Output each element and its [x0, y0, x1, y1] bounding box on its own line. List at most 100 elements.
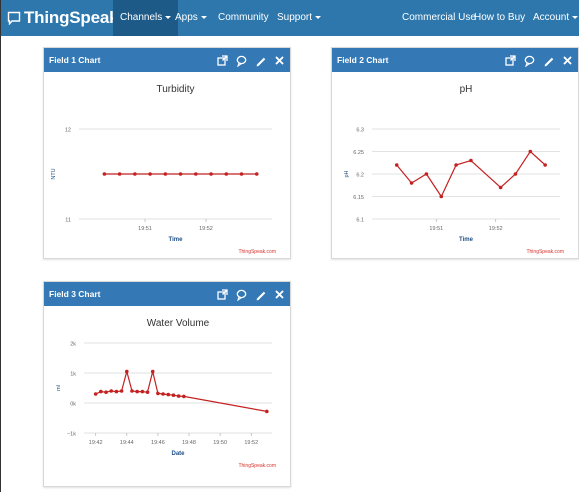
data-point[interactable]	[166, 392, 171, 397]
field-1-chart-panel: Field 1 Chart Turbidity 11 12 NTU 19:51 19:52…	[43, 47, 291, 259]
data-point[interactable]	[114, 389, 119, 394]
data-point[interactable]	[99, 389, 103, 394]
x-axis-label: Date	[171, 451, 185, 457]
nav-commercial-use-label: Commercial Use	[402, 12, 476, 23]
nav-how-to-buy[interactable]: How to Buy	[467, 0, 532, 36]
thingspeak-credit-link[interactable]: ThingSpeak.com	[238, 463, 276, 469]
panel-header: Field 3 Chart	[44, 282, 290, 306]
close-icon[interactable]	[561, 54, 574, 67]
pencil-icon[interactable]	[254, 288, 267, 301]
data-point[interactable]	[140, 389, 145, 394]
pencil-icon[interactable]	[254, 54, 267, 67]
nav-channels-label: Channels	[120, 12, 163, 23]
y-tick-label: 12	[65, 128, 71, 134]
data-point[interactable]	[469, 158, 473, 163]
data-point[interactable]	[409, 181, 414, 185]
data-point[interactable]	[254, 172, 259, 176]
data-point[interactable]	[498, 185, 503, 190]
x-axis-label: Time	[169, 237, 184, 243]
close-icon[interactable]	[273, 288, 286, 301]
panel-title: Field 2 Chart	[337, 55, 389, 65]
top-navbar: ThingSpeak™ Channels Apps Community Supp…	[1, 0, 579, 36]
caret-down-icon	[200, 15, 207, 19]
data-point[interactable]	[109, 389, 114, 393]
data-point[interactable]	[224, 172, 229, 176]
thingspeak-credit-link[interactable]: ThingSpeak.com	[238, 249, 276, 255]
data-point[interactable]	[163, 172, 168, 176]
data-point[interactable]	[182, 394, 186, 399]
data-point[interactable]	[156, 391, 160, 396]
data-point[interactable]	[135, 389, 139, 394]
data-point[interactable]	[176, 394, 181, 398]
field-2-chart-panel: Field 2 Chart pH 6.1 6.15 6.2 6.25 6.3 pH 19:51…	[331, 47, 579, 259]
data-point[interactable]	[543, 163, 547, 167]
x-tick-label: 19:52	[489, 226, 503, 232]
caret-down-icon	[315, 15, 322, 19]
x-tick-label: 19:50	[213, 440, 227, 446]
page-frame: ThingSpeak™ Channels Apps Community Supp…	[0, 0, 579, 492]
panel-title: Field 3 Chart	[49, 289, 101, 299]
nav-account-label: Account	[533, 12, 570, 23]
thingspeak-credit-link[interactable]: ThingSpeak.com	[526, 249, 564, 255]
chart-title: Water Volume	[147, 318, 210, 329]
data-point[interactable]	[148, 172, 152, 176]
comment-icon[interactable]	[235, 288, 248, 301]
turbidity-chart: Turbidity 11 12 NTU 19:51 19:52 Time ThingSpeak…	[51, 84, 276, 255]
data-point[interactable]	[454, 163, 458, 167]
x-tick-label: 19:51	[429, 226, 443, 232]
y-tick-label: 2k	[70, 342, 76, 348]
chart-title: pH	[460, 84, 473, 95]
data-point[interactable]	[513, 172, 518, 176]
y-tick-label: 11	[65, 218, 71, 224]
caret-down-icon	[572, 15, 579, 19]
x-tick-label: 19:52	[199, 226, 213, 232]
chart-area: Turbidity 11 12 NTU 19:51 19:52 Time ThingSpeak…	[44, 72, 290, 258]
data-point[interactable]	[104, 390, 108, 394]
external-link-icon[interactable]	[216, 54, 229, 67]
data-point[interactable]	[178, 172, 183, 176]
data-point[interactable]	[171, 393, 176, 397]
nav-support[interactable]: Support	[270, 0, 328, 36]
data-point[interactable]	[394, 163, 399, 167]
nav-apps[interactable]: Apps	[168, 0, 214, 36]
external-link-icon[interactable]	[216, 288, 229, 301]
panel-tools	[216, 287, 286, 301]
y-tick-label: 6.2	[356, 173, 364, 179]
data-point[interactable]	[528, 149, 533, 154]
data-point[interactable]	[424, 172, 429, 176]
comment-icon[interactable]	[523, 54, 536, 67]
data-point[interactable]	[145, 390, 150, 394]
data-point[interactable]	[239, 172, 244, 176]
pencil-icon[interactable]	[542, 54, 555, 67]
x-tick-label: 19:42	[89, 440, 103, 446]
speech-bubble-icon	[7, 11, 21, 26]
nav-community[interactable]: Community	[211, 0, 276, 36]
data-point[interactable]	[161, 392, 165, 396]
data-point[interactable]	[194, 172, 198, 176]
panel-title: Field 1 Chart	[49, 55, 101, 65]
data-point[interactable]	[265, 409, 269, 414]
data-point[interactable]	[133, 172, 137, 176]
external-link-icon[interactable]	[504, 54, 517, 67]
x-tick-label: 19:44	[120, 440, 134, 446]
chart-area: Water Volume −1k 0k 1k 2k ml 19:42 19:44 19:46 19…	[44, 306, 290, 486]
water-volume-chart: Water Volume −1k 0k 1k 2k ml 19:42 19:44 19:46 19…	[56, 318, 276, 469]
x-tick-label: 19:48	[182, 440, 196, 446]
data-point[interactable]	[119, 389, 124, 393]
nav-account[interactable]: Account	[526, 0, 579, 36]
comment-icon[interactable]	[235, 54, 248, 67]
y-tick-label: 6.25	[353, 150, 364, 156]
data-point[interactable]	[130, 389, 134, 393]
data-point[interactable]	[439, 194, 444, 199]
data-point[interactable]	[124, 369, 129, 374]
close-icon[interactable]	[273, 54, 286, 67]
y-axis-label: NTU	[51, 168, 57, 179]
y-axis-label: pH	[344, 170, 350, 177]
data-point[interactable]	[150, 369, 155, 374]
x-tick-label: 19:52	[244, 440, 258, 446]
data-point[interactable]	[117, 172, 122, 176]
data-point[interactable]	[93, 392, 98, 396]
data-point[interactable]	[102, 172, 107, 176]
data-point[interactable]	[209, 172, 213, 176]
y-tick-label: 0k	[70, 402, 76, 408]
